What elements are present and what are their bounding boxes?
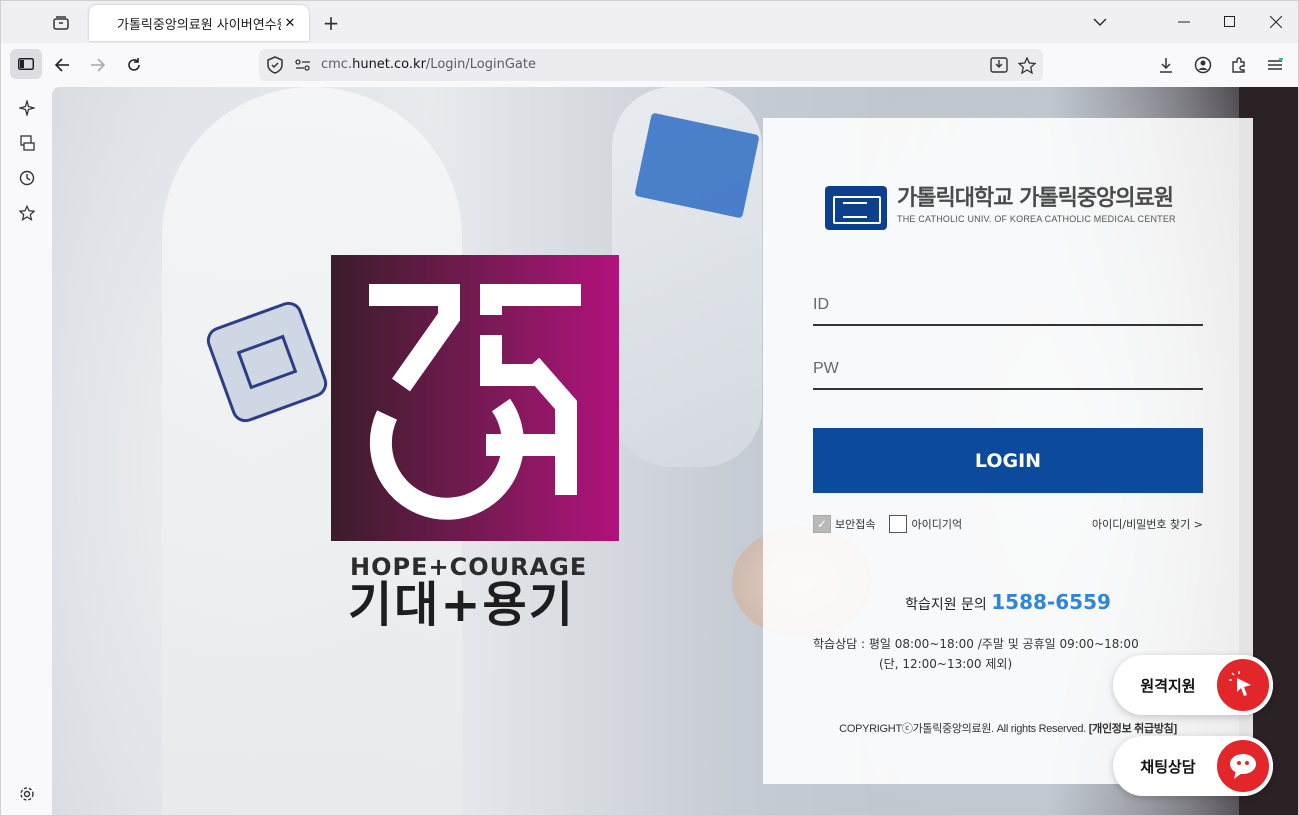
secure-login-checkbox[interactable]: ✓ xyxy=(813,515,831,533)
chat-consult-button[interactable]: 채팅상담 xyxy=(1113,736,1273,796)
cmc-logo[interactable]: 가톨릭대학교 가톨릭중앙의료원 THE CATHOLIC UNIV. OF KO… xyxy=(825,186,1176,230)
bookmark-star-icon[interactable] xyxy=(1017,55,1037,75)
slogan-korean: 기대+용기 xyxy=(348,577,575,633)
logo-name-english: THE CATHOLIC UNIV. OF KOREA CATHOLIC MED… xyxy=(897,214,1176,224)
anniversary-25-logo xyxy=(331,255,619,541)
remote-support-label: 원격지원 xyxy=(1140,676,1196,695)
chevron-down-icon[interactable] xyxy=(1085,9,1115,35)
login-button[interactable]: LOGIN xyxy=(813,428,1203,493)
extensions-icon[interactable] xyxy=(1225,51,1253,79)
copyright: COPYRIGHTⓒ가톨릭중앙의료원. All rights Reserved.… xyxy=(763,720,1253,736)
remember-id-label[interactable]: 아이디기억 xyxy=(911,516,962,532)
forward-arrow-icon[interactable] xyxy=(84,51,112,79)
tab-list-icon[interactable] xyxy=(45,9,77,37)
new-tab-button[interactable]: + xyxy=(319,11,343,35)
secure-login-label[interactable]: 보안접속 xyxy=(835,516,875,532)
close-tab-icon[interactable]: ✕ xyxy=(281,14,299,32)
remote-support-button[interactable]: 원격지원 xyxy=(1113,655,1273,715)
bookmarks-star-icon[interactable] xyxy=(16,202,38,224)
url-text[interactable]: cmc.hunet.co.kr/Login/LoginGate xyxy=(321,57,536,72)
downloads-icon[interactable] xyxy=(1152,51,1180,79)
privacy-policy-link[interactable]: [개인정보 취급방침] xyxy=(1089,723,1177,735)
account-icon[interactable] xyxy=(1189,51,1217,79)
id-input[interactable] xyxy=(813,286,1203,324)
url-path: /Login/LoginGate xyxy=(425,57,536,72)
sidebar-toggle-icon[interactable] xyxy=(10,49,42,79)
hours-line-2: (단, 12:00~13:00 제외) xyxy=(879,657,1013,671)
close-window-icon[interactable] xyxy=(1261,9,1291,35)
logo-name-korean: 가톨릭대학교 가톨릭중앙의료원 xyxy=(897,186,1174,211)
back-arrow-icon[interactable] xyxy=(48,51,76,79)
history-icon[interactable] xyxy=(16,167,38,189)
chat-bubble-icon xyxy=(1213,736,1273,796)
site-permissions-icon[interactable] xyxy=(293,55,313,75)
password-input[interactable] xyxy=(813,350,1203,388)
cursor-click-icon xyxy=(1213,655,1273,715)
remember-id-checkbox[interactable] xyxy=(889,515,908,533)
sidebar xyxy=(1,87,52,815)
hours-line-1: 학습상담 : 평일 08:00~18:00 /주말 및 공휴일 09:00~18… xyxy=(813,637,1139,651)
url-prefix: cmc. xyxy=(321,57,353,72)
settings-gear-icon[interactable] xyxy=(16,783,38,805)
catholic-emblem-icon xyxy=(825,186,887,230)
ai-chatbot-icon[interactable] xyxy=(16,97,38,119)
support-label: 학습지원 문의 xyxy=(905,597,987,613)
support-hours: 학습상담 : 평일 08:00~18:00 /주말 및 공휴일 09:00~18… xyxy=(813,634,1139,674)
chat-consult-label: 채팅상담 xyxy=(1140,757,1196,776)
support-contact: 학습지원 문의 1588-6559 xyxy=(763,590,1253,614)
page-content: HOPE+COURAGE 기대+용기 가톨릭대학교 가톨릭중앙의료원 THE C… xyxy=(52,87,1298,815)
copyright-text: COPYRIGHTⓒ가톨릭중앙의료원. All rights Reserved. xyxy=(839,723,1087,735)
pw-field-wrapper xyxy=(813,350,1203,390)
find-id-password-link[interactable]: 아이디/비밀번호 찾기 > xyxy=(1092,516,1203,532)
address-bar[interactable]: cmc.hunet.co.kr/Login/LoginGate xyxy=(259,49,1043,81)
shield-icon[interactable] xyxy=(265,55,285,75)
menu-icon[interactable] xyxy=(1261,51,1289,79)
minimize-icon[interactable] xyxy=(1169,9,1199,35)
login-options: ✓ 보안접속 아이디기억 아이디/비밀번호 찾기 > xyxy=(813,514,1203,534)
id-field-wrapper xyxy=(813,286,1203,326)
maximize-icon[interactable] xyxy=(1215,9,1245,35)
browser-window: 가톨릭중앙의료원 사이버연수원 ✕ + cmc.hunet.co.kr/Logi… xyxy=(0,0,1299,816)
tab-active[interactable]: 가톨릭중앙의료원 사이버연수원 ✕ xyxy=(89,5,309,41)
tab-title: 가톨릭중앙의료원 사이버연수원 xyxy=(117,17,281,33)
synced-tabs-icon[interactable] xyxy=(16,132,38,154)
reload-icon[interactable] xyxy=(120,51,148,79)
tab-strip: 가톨릭중앙의료원 사이버연수원 ✕ + xyxy=(1,1,1298,43)
support-phone[interactable]: 1588-6559 xyxy=(991,590,1111,614)
url-domain: hunet.co.kr xyxy=(352,57,426,72)
save-page-icon[interactable] xyxy=(989,55,1009,75)
navigation-bar: cmc.hunet.co.kr/Login/LoginGate xyxy=(1,43,1298,87)
